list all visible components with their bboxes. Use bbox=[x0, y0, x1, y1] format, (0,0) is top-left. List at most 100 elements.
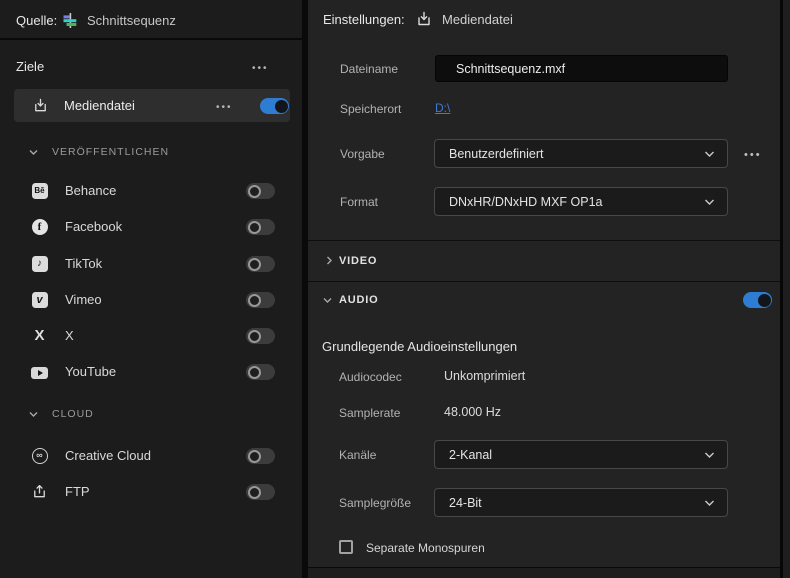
chevron-down-icon bbox=[704, 499, 715, 507]
right-edge-panel bbox=[783, 0, 790, 578]
destination-label: Vimeo bbox=[65, 292, 102, 307]
format-label: Format bbox=[340, 195, 378, 209]
settings-title: Einstellungen: bbox=[323, 12, 405, 27]
samplerate-label: Samplerate bbox=[339, 406, 400, 420]
chevron-down-icon bbox=[704, 150, 715, 158]
location-label: Speicherort bbox=[340, 102, 401, 116]
source-name: Schnittsequenz bbox=[87, 13, 176, 28]
samplesize-label: Samplegröße bbox=[339, 496, 411, 510]
cloud-section-title: CLOUD bbox=[52, 408, 94, 420]
publish-section-title: VERÖFFENTLICHEN bbox=[52, 146, 169, 158]
destination-ftp[interactable]: FTP bbox=[0, 473, 302, 509]
destination-mediendatei[interactable]: Mediendatei ••• bbox=[14, 89, 290, 122]
download-icon bbox=[32, 97, 49, 114]
preset-select[interactable]: Benutzerdefiniert bbox=[434, 139, 728, 168]
toggle-knob bbox=[248, 486, 261, 499]
destinations-more-icon[interactable]: ••• bbox=[252, 64, 269, 74]
channels-value: 2-Kanal bbox=[449, 448, 492, 462]
audiocodec-value: Unkomprimiert bbox=[444, 369, 525, 383]
destinations-title: Ziele bbox=[16, 59, 44, 74]
bottom-divider bbox=[308, 567, 780, 578]
destinations-header: Ziele ••• bbox=[0, 53, 302, 81]
audio-section-title: AUDIO bbox=[339, 294, 378, 306]
destination-tiktok[interactable]: ♪ TikTok bbox=[0, 245, 302, 281]
mono-tracks-checkbox[interactable] bbox=[339, 540, 353, 554]
facebook-icon: f bbox=[32, 219, 48, 235]
source-label: Quelle: bbox=[16, 13, 57, 28]
vimeo-icon: v bbox=[32, 292, 48, 308]
samplesize-value: 24-Bit bbox=[449, 496, 482, 510]
channels-select[interactable]: 2-Kanal bbox=[434, 440, 728, 469]
behance-icon: Bē bbox=[32, 183, 48, 199]
destination-label: Creative Cloud bbox=[65, 448, 151, 463]
publish-section-header[interactable]: VERÖFFENTLICHEN bbox=[0, 143, 302, 161]
destination-label: Behance bbox=[65, 183, 116, 198]
destination-label: Facebook bbox=[65, 219, 122, 234]
toggle-knob bbox=[248, 366, 261, 379]
upload-icon bbox=[31, 483, 48, 500]
chevron-right-icon bbox=[324, 255, 335, 266]
preset-label: Vorgabe bbox=[340, 147, 385, 161]
toggle-knob bbox=[248, 258, 261, 271]
behance-toggle[interactable] bbox=[246, 183, 275, 199]
chevron-down-icon bbox=[28, 409, 39, 420]
destinations-sidebar: Quelle: Schnittsequenz Ziele ••• Mediend… bbox=[0, 0, 302, 578]
toggle-knob bbox=[248, 185, 261, 198]
destination-creative-cloud[interactable]: ∞ Creative Cloud bbox=[0, 437, 302, 473]
youtube-icon bbox=[31, 367, 48, 379]
chevron-down-icon bbox=[28, 147, 39, 158]
preset-value: Benutzerdefiniert bbox=[449, 147, 544, 161]
audiocodec-label: Audiocodec bbox=[339, 370, 402, 384]
format-select[interactable]: DNxHR/DNxHD MXF OP1a bbox=[434, 187, 728, 216]
destination-behance[interactable]: Bē Behance bbox=[0, 172, 302, 208]
tiktok-toggle[interactable] bbox=[246, 256, 275, 272]
vimeo-toggle[interactable] bbox=[246, 292, 275, 308]
destination-vimeo[interactable]: v Vimeo bbox=[0, 281, 302, 317]
audio-heading: Grundlegende Audioeinstellungen bbox=[322, 339, 517, 354]
toggle-knob bbox=[248, 450, 261, 463]
destination-x[interactable]: X X bbox=[0, 317, 302, 353]
settings-target-name: Mediendatei bbox=[442, 12, 513, 27]
ftp-toggle[interactable] bbox=[246, 484, 275, 500]
mono-tracks-label: Separate Monospuren bbox=[366, 541, 485, 555]
x-icon: X bbox=[32, 328, 48, 344]
video-section-header[interactable]: VIDEO bbox=[308, 241, 780, 281]
destination-more-icon[interactable]: ••• bbox=[216, 103, 233, 113]
destination-label: TikTok bbox=[65, 256, 102, 271]
source-bar: Quelle: Schnittsequenz bbox=[0, 0, 302, 40]
destination-label: Mediendatei bbox=[64, 98, 135, 113]
chevron-down-icon bbox=[704, 198, 715, 206]
location-link[interactable]: D:\ bbox=[435, 101, 450, 115]
youtube-toggle[interactable] bbox=[246, 364, 275, 380]
sequence-icon bbox=[62, 12, 79, 29]
chevron-down-icon bbox=[322, 295, 333, 306]
toggle-knob bbox=[248, 330, 261, 343]
filename-label: Dateiname bbox=[340, 62, 398, 76]
channels-label: Kanäle bbox=[339, 448, 376, 462]
creative-cloud-toggle[interactable] bbox=[246, 448, 275, 464]
video-section-title: VIDEO bbox=[339, 255, 377, 267]
samplesize-select[interactable]: 24-Bit bbox=[434, 488, 728, 517]
samplerate-value: 48.000 Hz bbox=[444, 405, 501, 419]
toggle-knob bbox=[248, 221, 261, 234]
destination-youtube[interactable]: YouTube bbox=[0, 353, 302, 389]
destination-label: YouTube bbox=[65, 364, 116, 379]
chevron-down-icon bbox=[704, 451, 715, 459]
preset-more-icon[interactable]: ••• bbox=[744, 149, 762, 161]
audio-section-header[interactable]: AUDIO bbox=[308, 282, 780, 318]
tiktok-icon: ♪ bbox=[32, 256, 48, 272]
settings-panel: Einstellungen: Mediendatei Dateiname Spe… bbox=[308, 0, 780, 578]
cloud-section-header[interactable]: CLOUD bbox=[0, 405, 302, 423]
destination-facebook[interactable]: f Facebook bbox=[0, 208, 302, 244]
format-value: DNxHR/DNxHD MXF OP1a bbox=[449, 195, 603, 209]
destination-label: FTP bbox=[65, 484, 90, 499]
x-toggle[interactable] bbox=[246, 328, 275, 344]
destination-label: X bbox=[65, 328, 74, 343]
facebook-toggle[interactable] bbox=[246, 219, 275, 235]
filename-input[interactable] bbox=[435, 55, 728, 82]
audio-toggle[interactable] bbox=[743, 292, 772, 308]
toggle-knob bbox=[248, 294, 261, 307]
mediendatei-toggle[interactable] bbox=[260, 98, 289, 114]
toggle-knob bbox=[275, 100, 288, 113]
toggle-knob bbox=[758, 294, 771, 307]
